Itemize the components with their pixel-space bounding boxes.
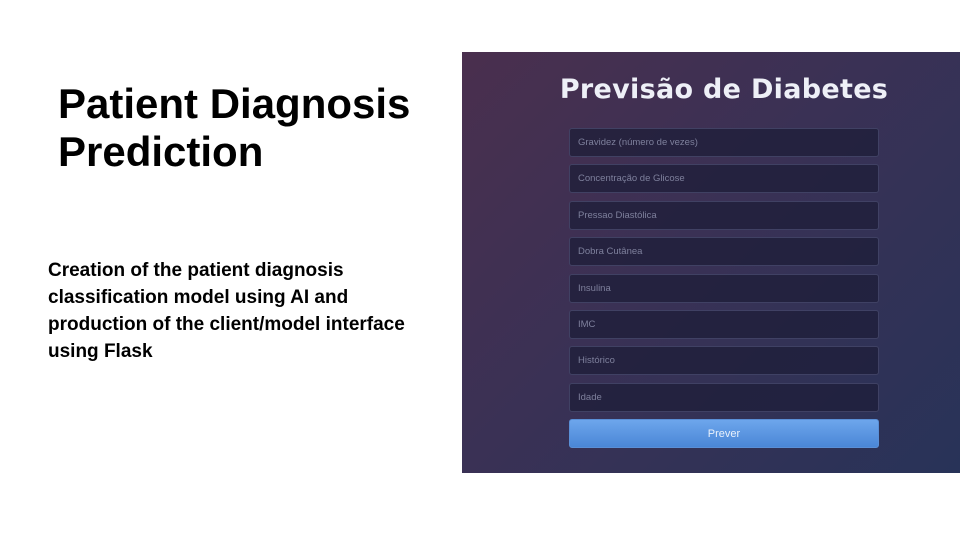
slide-description: Creation of the patient diagnosis classi… <box>48 260 405 362</box>
app-screenshot: Previsão de Diabetes Prever <box>462 52 960 473</box>
slide-title: Patient Diagnosis Prediction <box>58 80 411 175</box>
history-input[interactable] <box>569 346 879 376</box>
blood-pressure-input[interactable] <box>569 200 879 230</box>
predict-button[interactable]: Prever <box>569 419 879 449</box>
glucose-input[interactable] <box>569 164 879 194</box>
age-input[interactable] <box>569 382 879 412</box>
pregnancies-input[interactable] <box>569 128 879 157</box>
insulin-input[interactable] <box>569 273 879 303</box>
app-heading: Previsão de Diabetes <box>559 74 889 105</box>
skin-thickness-input[interactable] <box>569 237 879 267</box>
diabetes-form: Prever <box>569 128 879 449</box>
bmi-input[interactable] <box>569 309 879 339</box>
